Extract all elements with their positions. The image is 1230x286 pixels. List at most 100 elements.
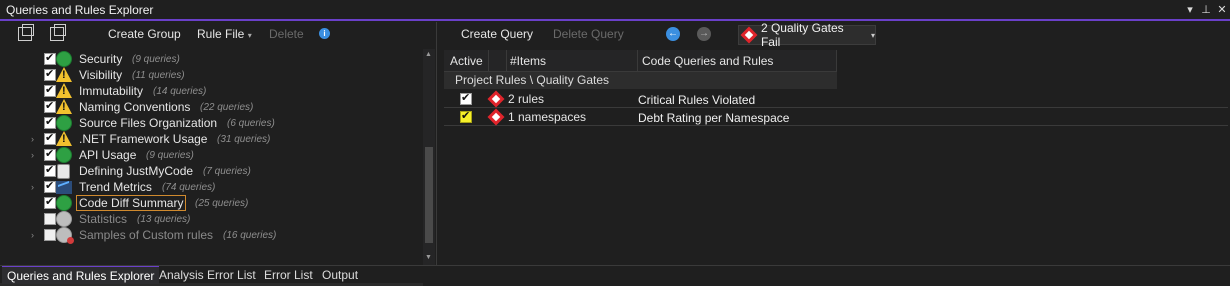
tree-item-label: Visibility xyxy=(79,68,122,82)
tree-item-name: Source Files Organization xyxy=(79,116,218,130)
tree-item-label: Naming Conventions xyxy=(79,100,190,114)
tree-item-label: Trend Metrics xyxy=(79,180,152,194)
tree-item-label: Immutability xyxy=(79,84,143,98)
scroll-thumb[interactable] xyxy=(425,147,433,243)
tree-item[interactable]: Immutability (14 queries) xyxy=(0,83,423,99)
tree-item[interactable]: › .NET Framework Usage (31 queries) xyxy=(0,131,423,147)
tree-item[interactable]: › Samples of Custom rules (16 queries) xyxy=(0,227,423,244)
expander-icon[interactable]: › xyxy=(31,182,39,192)
tab-queries-and-rules-explorer[interactable]: Queries and Rules Explorer xyxy=(2,266,160,284)
title-bar: Queries and Rules Explorer ▾ ⊥ ✕ xyxy=(0,0,1230,21)
query-count: (11 queries) xyxy=(132,69,185,81)
group-checkbox[interactable] xyxy=(44,179,56,193)
table-row[interactable]: 1 namespaces Debt Rating per Namespace xyxy=(444,108,1228,126)
tree-item[interactable]: Defining JustMyCode (7 queries) xyxy=(0,163,423,179)
tree-item[interactable]: Visibility (11 queries) xyxy=(0,67,423,83)
query-count: (7 queries) xyxy=(203,165,251,177)
rule-fail-icon xyxy=(487,90,505,108)
column-divider xyxy=(836,50,837,72)
expander-icon[interactable]: › xyxy=(31,230,39,240)
expander-icon[interactable]: › xyxy=(31,150,39,160)
status-warn-icon xyxy=(56,83,72,99)
tree-scrollbar[interactable]: ▲ ▼ xyxy=(423,49,435,265)
tree-item-name: API Usage xyxy=(79,148,137,162)
delete-query-button[interactable]: Delete Query xyxy=(553,27,624,41)
create-group-button[interactable]: Create Group xyxy=(108,27,181,41)
tree-item-name: Defining JustMyCode xyxy=(79,164,194,178)
expander-icon[interactable]: › xyxy=(31,134,39,144)
delete-button[interactable]: Delete xyxy=(269,27,304,41)
tree-item[interactable]: › API Usage (9 queries) xyxy=(0,147,423,163)
back-arrow-icon[interactable]: ← xyxy=(666,27,680,41)
close-icon[interactable]: ✕ xyxy=(1214,3,1230,16)
status-trend-icon xyxy=(56,180,72,194)
query-count: (9 queries) xyxy=(132,53,180,65)
tree-item-label: Code Diff Summary xyxy=(75,195,187,211)
bottom-tab-strip: Queries and Rules Explorer Analysis Erro… xyxy=(0,265,1230,284)
query-count: (22 queries) xyxy=(200,101,254,113)
tree-item[interactable]: Source Files Organization (6 queries) xyxy=(0,115,423,131)
query-count: (25 queries) xyxy=(195,197,249,209)
create-query-button[interactable]: Create Query xyxy=(461,27,533,41)
rule-file-button[interactable]: Rule File ▾ xyxy=(197,27,252,41)
group-checkbox[interactable] xyxy=(44,131,56,145)
expand-all-icon[interactable] xyxy=(18,24,34,41)
info-icon[interactable]: i xyxy=(319,28,330,39)
tree-item-name: Trend Metrics xyxy=(79,180,152,194)
query-count: (13 queries) xyxy=(137,213,191,225)
group-checkbox[interactable] xyxy=(44,99,56,113)
tree-item[interactable]: Naming Conventions (22 queries) xyxy=(0,99,423,115)
left-toolbar: Create Group Rule File ▾ Delete i xyxy=(0,22,436,48)
chevron-down-icon: ▾ xyxy=(870,30,875,40)
tab-analysis-error-list[interactable]: Analysis Error List xyxy=(154,266,261,284)
status-grayx-icon xyxy=(56,227,74,244)
col-rules[interactable]: Code Queries and Rules xyxy=(642,54,773,68)
tree-item-label: Security xyxy=(79,52,122,66)
active-checkbox[interactable] xyxy=(460,91,472,105)
table-row[interactable]: 2 rules Critical Rules Violated xyxy=(444,90,1228,108)
status-doc-icon xyxy=(57,163,70,179)
tree-item[interactable]: Statistics (13 queries) xyxy=(0,211,423,227)
group-checkbox[interactable] xyxy=(44,213,56,225)
group-checkbox[interactable] xyxy=(44,229,56,241)
col-active[interactable]: Active xyxy=(450,54,483,68)
tree-item-name: Samples of Custom rules xyxy=(79,228,214,242)
rules-grid-panel: Create Query Delete Query ← → 2 Quality … xyxy=(444,21,1228,265)
scroll-up-icon[interactable]: ▲ xyxy=(425,51,432,58)
tree-item[interactable]: › Trend Metrics (74 queries) xyxy=(0,179,423,195)
query-count: (74 queries) xyxy=(162,181,216,193)
rule-fail-icon xyxy=(487,108,505,126)
window-title: Queries and Rules Explorer xyxy=(6,2,154,17)
group-checkbox[interactable] xyxy=(44,163,56,177)
tree-item-name: Immutability xyxy=(79,84,144,98)
tree-item[interactable]: Security (9 queries) xyxy=(0,51,423,67)
active-checkbox[interactable] xyxy=(460,109,472,123)
group-checkbox[interactable] xyxy=(44,115,56,129)
rules-tree: Security (9 queries) Visibility (11 queries… xyxy=(0,49,423,286)
tab-output[interactable]: Output xyxy=(317,266,363,284)
group-row[interactable]: Project Rules \ Quality Gates xyxy=(444,72,837,89)
group-checkbox[interactable] xyxy=(44,195,56,209)
tree-item-label: Samples of Custom rules xyxy=(79,228,213,242)
tab-error-list[interactable]: Error List xyxy=(259,266,318,284)
dropdown-icon[interactable]: ▾ xyxy=(1182,3,1198,16)
status-ok-icon xyxy=(56,51,72,67)
status-gray-icon xyxy=(56,211,72,227)
tree-item[interactable]: Code Diff Summary (25 queries) xyxy=(0,195,423,211)
status-warn-icon xyxy=(56,99,72,115)
group-checkbox[interactable] xyxy=(44,67,56,81)
group-checkbox[interactable] xyxy=(44,51,56,65)
column-divider xyxy=(506,50,507,72)
rules-tree-panel: Create Group Rule File ▾ Delete i Securi… xyxy=(0,22,437,286)
grid-header: Active #Items Code Queries and Rules xyxy=(444,50,837,72)
collapse-all-icon[interactable] xyxy=(50,24,66,41)
forward-arrow-icon[interactable]: → xyxy=(697,27,711,41)
query-count: (9 queries) xyxy=(146,149,194,161)
quality-gates-dropdown[interactable]: 2 Quality Gates Fail ▾ xyxy=(738,21,876,49)
tree-item-label: Source Files Organization xyxy=(79,116,217,130)
scroll-down-icon[interactable]: ▼ xyxy=(425,254,432,261)
pin-icon[interactable]: ⊥ xyxy=(1198,3,1214,16)
col-items[interactable]: #Items xyxy=(510,54,546,68)
group-checkbox[interactable] xyxy=(44,147,56,161)
group-checkbox[interactable] xyxy=(44,83,56,97)
